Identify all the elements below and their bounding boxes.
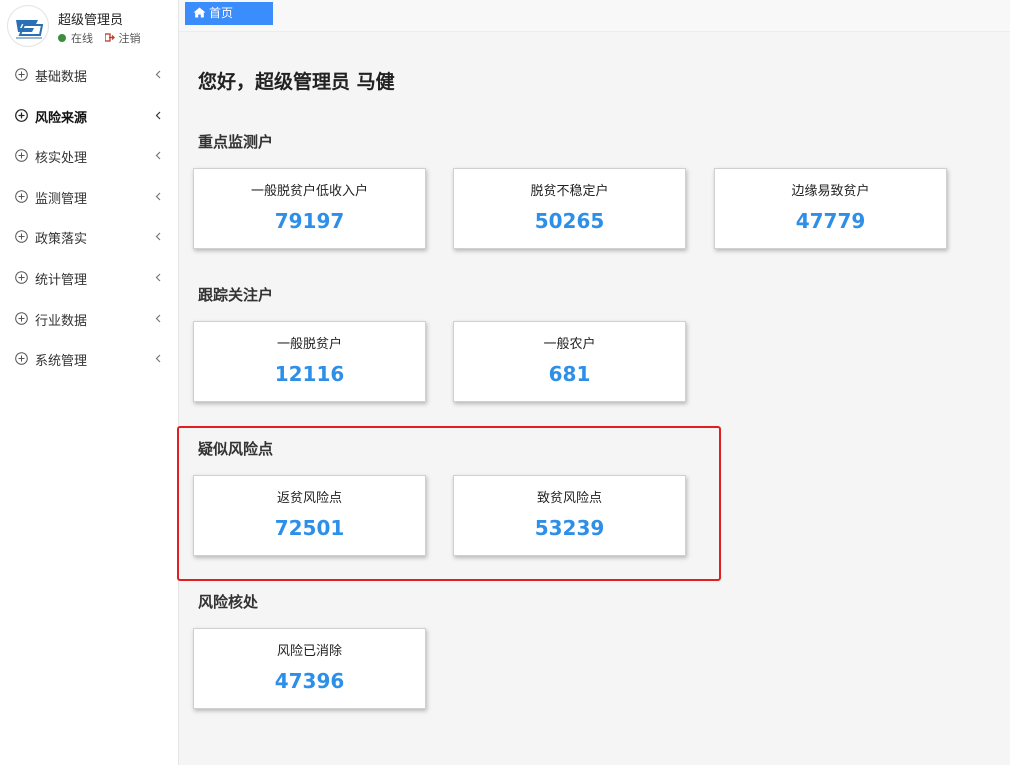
stat-card-value: 47396 bbox=[274, 669, 345, 693]
stat-card-value: 79197 bbox=[274, 209, 345, 233]
sidebar-item-label: 基础数据 bbox=[35, 70, 88, 85]
chevron-left-icon bbox=[155, 273, 161, 282]
stat-card-label: 一般脱贫户低收入户 bbox=[250, 184, 368, 199]
sidebar-item-label: 风险来源 bbox=[35, 110, 88, 126]
stat-card[interactable]: 致贫风险点 53239 bbox=[453, 475, 686, 556]
logo-icon bbox=[16, 20, 44, 39]
chevron-left-icon bbox=[155, 354, 161, 363]
stat-card-value: 47779 bbox=[795, 209, 866, 233]
stat-card-label: 返贫风险点 bbox=[276, 491, 342, 506]
plus-circle-icon bbox=[15, 230, 28, 244]
tab-home-label: 首页 bbox=[209, 6, 234, 20]
chevron-left-icon bbox=[155, 151, 161, 160]
stat-card-label: 致贫风险点 bbox=[536, 491, 602, 506]
sidebar-item-label: 监测管理 bbox=[35, 191, 88, 207]
section-title-suspected-risk: 疑似风险点 bbox=[198, 440, 274, 458]
stat-card[interactable]: 脱贫不稳定户 50265 bbox=[453, 168, 686, 249]
user-name: 超级管理员 bbox=[58, 13, 124, 28]
user-status: 在线 注销 bbox=[58, 30, 141, 46]
chevron-left-icon bbox=[155, 192, 161, 201]
stat-card-value: 12116 bbox=[274, 362, 345, 386]
user-panel: 超级管理员 在线 注销 bbox=[0, 0, 178, 52]
stat-card[interactable]: 风险已消除 47396 bbox=[193, 628, 426, 709]
section-title-tracking: 跟踪关注户 bbox=[198, 286, 274, 304]
chevron-left-icon bbox=[155, 314, 161, 322]
stat-card-label: 一般农户 bbox=[543, 337, 596, 352]
tab-home[interactable]: 首页 bbox=[185, 2, 273, 25]
logo bbox=[7, 5, 49, 47]
stat-card[interactable]: 边缘易致贫户 47779 bbox=[714, 168, 947, 249]
stat-card[interactable]: 一般农户 681 bbox=[453, 321, 686, 402]
stat-card-label: 风险已消除 bbox=[276, 644, 342, 659]
sidebar-item-risk-source[interactable]: 风险来源 bbox=[0, 96, 179, 137]
sidebar-item-label: 政策落实 bbox=[35, 232, 88, 248]
tab-bar: 首页 bbox=[179, 0, 1010, 32]
sidebar-item-label: 系统管理 bbox=[35, 354, 88, 370]
sidebar-item-label: 核实处理 bbox=[35, 151, 88, 167]
plus-circle-icon bbox=[15, 68, 28, 81]
stat-card[interactable]: 一般脱贫户 12116 bbox=[193, 321, 426, 402]
chevron-left-icon bbox=[155, 70, 161, 79]
stat-card-label: 脱贫不稳定户 bbox=[530, 184, 609, 199]
sidebar-item-label: 行业数据 bbox=[35, 313, 88, 329]
sidebar-item-policy[interactable]: 政策落实 bbox=[0, 217, 179, 258]
section-title-key-monitoring: 重点监测户 bbox=[198, 133, 274, 151]
plus-circle-icon bbox=[15, 108, 28, 122]
sidebar: 超级管理员 在线 注销 基础数据 风险来源 核实处理 监测管理 政策落实 统计管… bbox=[0, 0, 179, 765]
plus-circle-icon bbox=[15, 271, 28, 284]
stat-card-label: 一般脱贫户 bbox=[276, 337, 342, 352]
chevron-left-icon bbox=[155, 111, 161, 120]
sidebar-item-verification[interactable]: 核实处理 bbox=[0, 136, 179, 177]
chevron-left-icon bbox=[155, 232, 161, 241]
stat-card-label: 边缘易致贫户 bbox=[791, 184, 870, 199]
plus-circle-icon bbox=[15, 352, 28, 365]
sidebar-item-basic-data[interactable]: 基础数据 bbox=[0, 55, 179, 96]
plus-circle-icon bbox=[15, 189, 28, 203]
plus-circle-icon bbox=[15, 311, 28, 325]
sidebar-menu: 基础数据 风险来源 核实处理 监测管理 政策落实 统计管理 行业数据 系统管理 bbox=[0, 55, 179, 380]
logout-icon[interactable] bbox=[103, 32, 115, 45]
logout-link[interactable]: 注销 bbox=[119, 32, 141, 45]
sidebar-item-industry-data[interactable]: 行业数据 bbox=[0, 299, 179, 340]
online-status: 在线 bbox=[71, 32, 93, 45]
stat-card-value: 50265 bbox=[534, 209, 605, 233]
section-title-risk-handling: 风险核处 bbox=[198, 593, 259, 611]
stat-card[interactable]: 一般脱贫户低收入户 79197 bbox=[193, 168, 426, 249]
stat-card-value: 72501 bbox=[274, 516, 345, 540]
home-icon bbox=[193, 7, 206, 18]
app: 超级管理员 在线 注销 基础数据 风险来源 核实处理 监测管理 政策落实 统计管… bbox=[0, 0, 1010, 765]
online-dot-icon bbox=[58, 34, 66, 42]
plus-circle-icon bbox=[15, 149, 28, 162]
sidebar-item-system[interactable]: 系统管理 bbox=[0, 339, 179, 380]
stat-card[interactable]: 返贫风险点 72501 bbox=[193, 475, 426, 556]
sidebar-item-statistics[interactable]: 统计管理 bbox=[0, 258, 179, 299]
sidebar-item-monitoring[interactable]: 监测管理 bbox=[0, 177, 179, 218]
stat-card-value: 53239 bbox=[534, 516, 605, 540]
greeting: 您好，超级管理员 马健 bbox=[198, 71, 395, 93]
sidebar-item-label: 统计管理 bbox=[35, 272, 88, 288]
stat-card-value: 681 bbox=[548, 362, 591, 386]
